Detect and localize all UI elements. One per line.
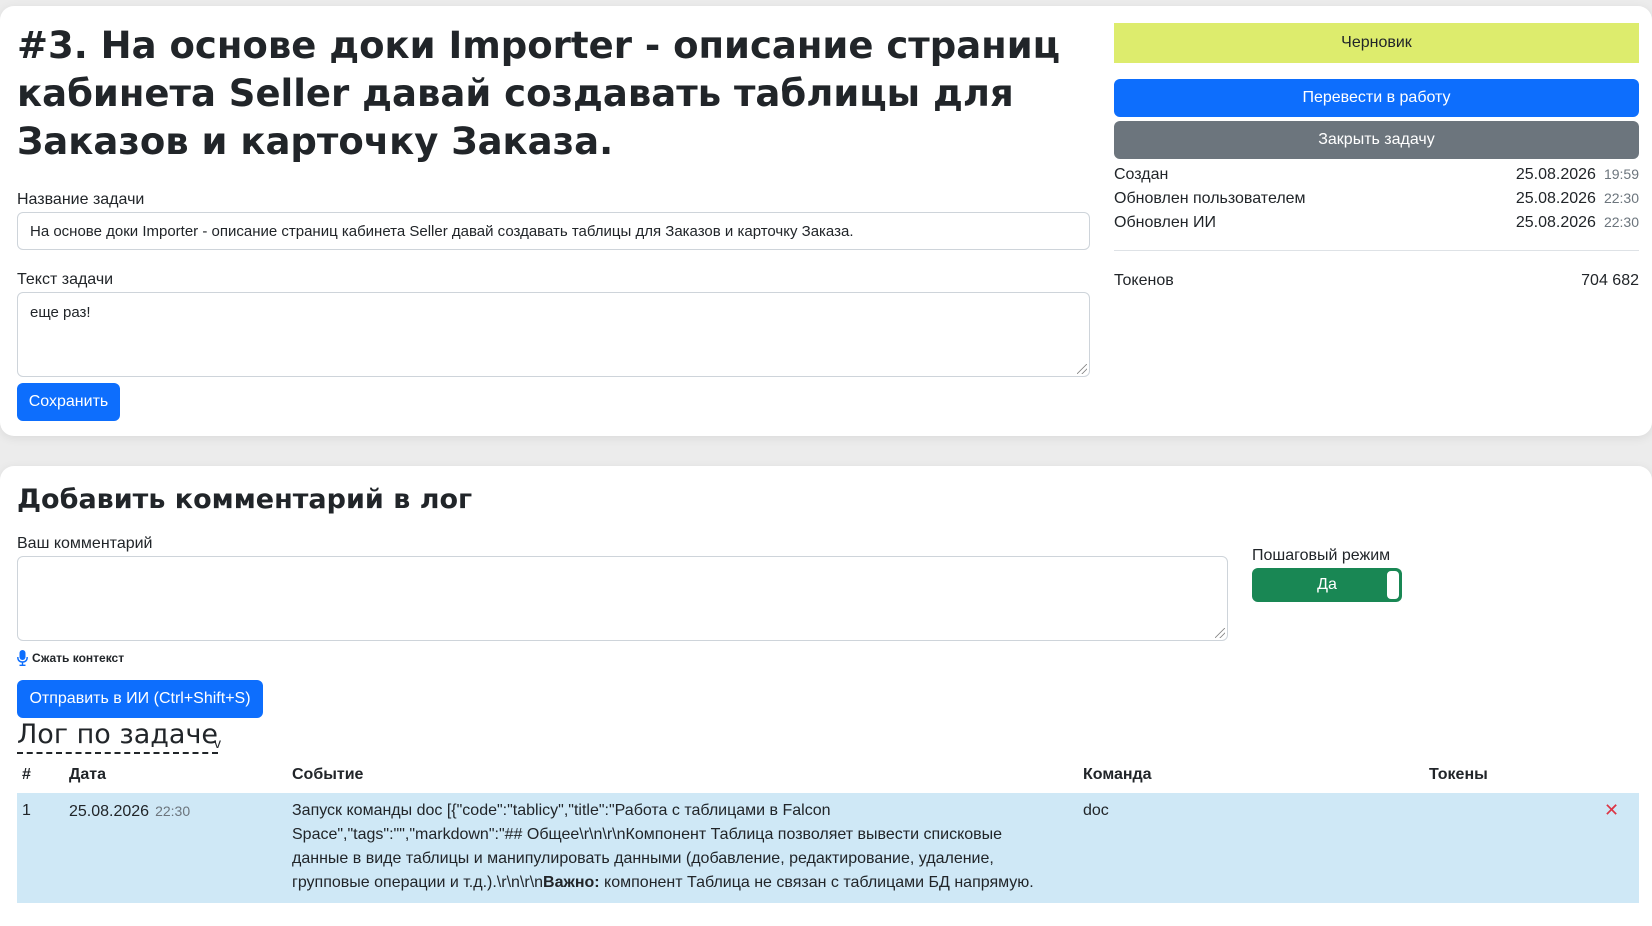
- meta-updated-ai: Обновлен ИИ 25.08.2026 22:30: [1114, 212, 1639, 234]
- resize-grip-icon[interactable]: [1077, 364, 1087, 374]
- save-button[interactable]: Сохранить: [17, 383, 120, 421]
- microphone-icon: [17, 650, 28, 666]
- task-name-input[interactable]: На основе доки Importer - описание стран…: [17, 212, 1090, 250]
- column-header-tokens: Токены: [1429, 766, 1488, 783]
- resize-grip-icon[interactable]: [1215, 628, 1225, 638]
- task-name-value: На основе доки Importer - описание стран…: [30, 222, 854, 240]
- meta-value: 25.08.2026 19:59: [1516, 166, 1639, 184]
- sidebar-divider: [1114, 250, 1639, 251]
- close-task-button[interactable]: Закрыть задачу: [1114, 121, 1639, 159]
- comment-label: Ваш комментарий: [17, 535, 153, 552]
- row-event-line: Запуск команды doc [{"code":"tablicy","t…: [292, 802, 831, 819]
- meta-time: 19:59: [1603, 166, 1639, 182]
- meta-created: Создан 25.08.2026 19:59: [1114, 164, 1639, 186]
- meta-time: 22:30: [1603, 190, 1639, 206]
- meta-time: 22:30: [1603, 214, 1639, 230]
- meta-date: 25.08.2026: [1515, 190, 1596, 207]
- toggle-knob: [1387, 571, 1399, 599]
- column-header-date: Дата: [69, 766, 107, 783]
- meta-label: Обновлен пользователем: [1114, 190, 1306, 207]
- meta-label: Обновлен ИИ: [1114, 214, 1216, 231]
- task-text-value: еще раз!: [30, 304, 91, 321]
- row-event-line: данные в виде таблицы и манипулировать д…: [292, 850, 994, 867]
- row-event-text: компонент Таблица не связан с таблицами …: [599, 874, 1034, 891]
- tokens-value: 704 682: [1581, 272, 1639, 289]
- meta-label: Создан: [1114, 166, 1169, 183]
- comment-heading: Добавить комментарий в лог: [17, 484, 473, 515]
- column-header-event: Событие: [292, 766, 364, 783]
- compress-context-label: Сжать контекст: [32, 651, 125, 665]
- task-text-label: Текст задачи: [17, 271, 114, 288]
- meta-value: 25.08.2026 22:30: [1516, 214, 1639, 232]
- step-mode-label: Пошаговый режим: [1252, 547, 1391, 564]
- task-text-textarea[interactable]: еще раз!: [17, 292, 1090, 377]
- move-to-work-button[interactable]: Перевести в работу: [1114, 79, 1639, 117]
- row-event-bold: Важно:: [543, 874, 600, 891]
- meta-date: 25.08.2026: [1515, 166, 1596, 183]
- meta-date: 25.08.2026: [1515, 214, 1596, 231]
- step-mode-value: Да: [1317, 576, 1337, 593]
- row-event-text: групповые операции и т.д.).\r\n\r\n: [292, 874, 544, 891]
- send-to-ai-button[interactable]: Отправить в ИИ (Ctrl+Shift+S): [17, 680, 263, 718]
- meta-value: 25.08.2026 22:30: [1516, 190, 1639, 208]
- column-header-command: Команда: [1083, 766, 1152, 783]
- row-event-line: Space","tags":"","markdown":"## Общее\r\…: [292, 826, 1003, 843]
- status-badge: Черновик: [1114, 23, 1639, 63]
- row-time: 22:30: [155, 803, 191, 819]
- tokens-label: Токенов: [1114, 272, 1174, 289]
- row-command: doc: [1083, 802, 1109, 819]
- page-title: #3. На основе доки Importer - описание с…: [17, 24, 1061, 163]
- column-header-num: #: [22, 766, 31, 783]
- task-name-label: Название задачи: [17, 191, 145, 208]
- row-date-value: 25.08.2026: [69, 803, 150, 820]
- meta-updated-user: Обновлен пользователем 25.08.2026 22:30: [1114, 188, 1639, 210]
- chevron-down-icon[interactable]: v: [214, 735, 221, 751]
- compress-context-link[interactable]: Сжать контекст: [17, 650, 124, 666]
- row-num: 1: [22, 802, 31, 819]
- delete-icon[interactable]: ✕: [1604, 800, 1619, 821]
- log-title-toggle[interactable]: Лог по задаче: [17, 718, 219, 754]
- comment-textarea[interactable]: [17, 556, 1228, 641]
- row-event-line: групповые операции и т.д.).\r\n\r\nВажно…: [292, 871, 1072, 895]
- row-date: 25.08.2026 22:30: [69, 799, 190, 824]
- step-mode-toggle[interactable]: Да: [1252, 568, 1402, 602]
- tokens-row: Токенов 704 682: [1114, 270, 1639, 292]
- row-event: Запуск команды doc [{"code":"tablicy","t…: [292, 799, 1072, 895]
